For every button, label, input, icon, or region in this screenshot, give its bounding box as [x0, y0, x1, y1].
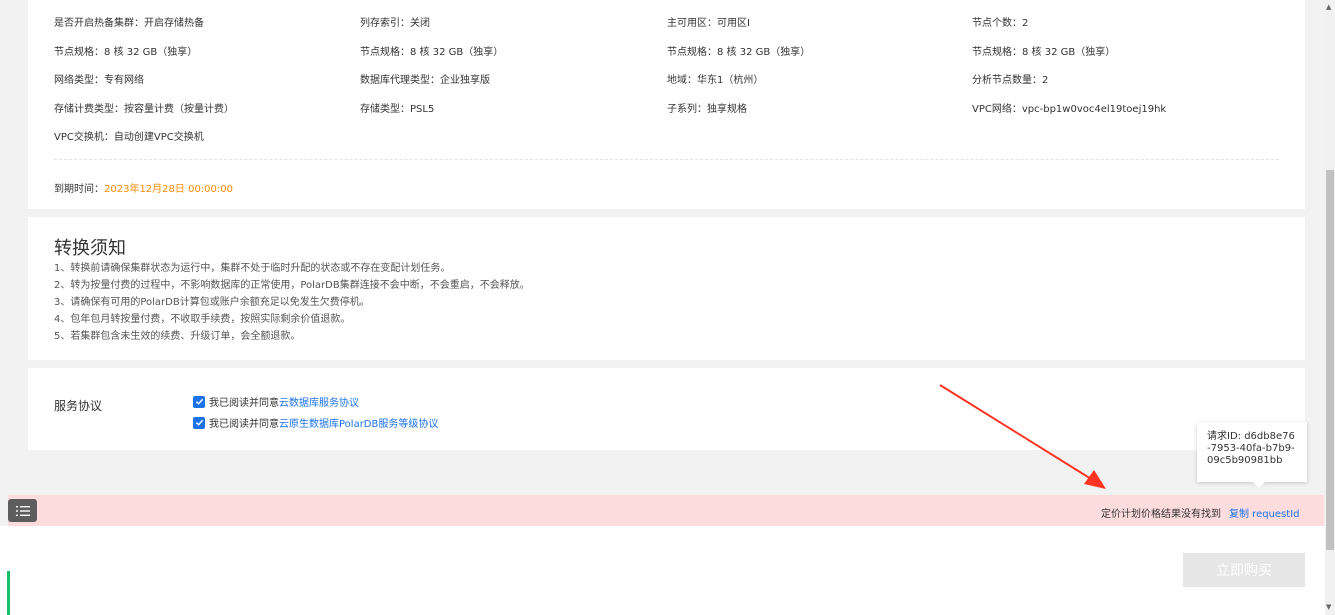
bottom-bar: 立即购买: [0, 526, 1325, 615]
scroll-down-icon[interactable]: ▼: [1326, 603, 1331, 611]
scroll-up-icon[interactable]: ▲: [1326, 3, 1331, 11]
buy-now-button[interactable]: 立即购买: [1183, 553, 1305, 587]
expire-time: 到期时间：2023年12月28日 00:00:00: [54, 180, 233, 195]
spec-proxy-type: 数据库代理类型：企业独享版: [360, 75, 490, 86]
agreement-label: 服务协议: [54, 399, 103, 413]
notice-title: 转换须知: [54, 238, 126, 259]
spec-card: 是否开启热备集群：开启存储热备 列存索引：关闭 主可用区：可用区I 节点个数：2…: [28, 0, 1305, 209]
spec-node-size: 节点规格：8 核 32 GB（独享）: [360, 47, 504, 58]
divider: [54, 159, 1279, 160]
agreement-link[interactable]: 云数据库服务协议: [279, 394, 359, 409]
agreement-prefix: 我已阅读并同意: [209, 419, 279, 430]
notice-card: 转换须知 1、转换前请确保集群状态为运行中，集群不处于临时升配的状态或不存在变配…: [28, 217, 1305, 360]
spec-region: 地域：华东1（杭州）: [667, 75, 764, 86]
spec-hot-standby: 是否开启热备集群：开启存储热备: [54, 18, 204, 29]
spec-node-size: 节点规格：8 核 32 GB（独享）: [667, 47, 811, 58]
scrollbar[interactable]: ▲ ▼: [1325, 0, 1335, 615]
error-message: 定价计划价格结果没有找到: [1101, 509, 1221, 520]
menu-button[interactable]: [8, 499, 37, 522]
spec-vswitch: VPC交换机：自动创建VPC交换机: [54, 132, 204, 143]
spec-vpc: VPC网络：vpc-bp1w0voc4el19toej19hk: [972, 104, 1167, 115]
notice-line: 1、转换前请确保集群状态为运行中，集群不处于临时升配的状态或不存在变配计划任务。: [54, 263, 451, 274]
notice-line: 3、请确保有可用的PolarDB计算包或账户余额充足以免发生欠费停机。: [54, 297, 370, 308]
agreement-item: 我已阅读并同意 云原生数据库PolarDB服务等级协议: [193, 415, 438, 430]
notice-line: 4、包年包月转按量付费，不收取手续费，按照实际剩余价值退款。: [54, 314, 351, 325]
scrollbar-thumb[interactable]: [1326, 170, 1334, 550]
spec-column-index: 列存索引：关闭: [360, 18, 430, 29]
spec-sub-series: 子系列：独享规格: [667, 104, 747, 115]
notice-line: 5、若集群包含未生效的续费、升级订单，会全额退款。: [54, 331, 301, 342]
spec-network-type: 网络类型：专有网络: [54, 75, 144, 86]
agreement-prefix: 我已阅读并同意: [209, 398, 279, 409]
spec-analysis-nodes: 分析节点数量：2: [972, 75, 1049, 86]
spec-primary-zone: 主可用区：可用区I: [667, 18, 750, 29]
expire-value: 2023年12月28日 00:00:00: [104, 184, 233, 195]
spec-storage-type: 存储类型：PSL5: [360, 104, 435, 115]
notice-line: 2、转为按量付费的过程中，不影响数据库的正常使用，PolarDB集群连接不会中断…: [54, 280, 530, 291]
agreement-item: 我已阅读并同意 云数据库服务协议: [193, 394, 359, 409]
copy-request-id-link[interactable]: 复制 requestId: [1229, 505, 1300, 520]
spec-storage-billing: 存储计费类型：按容量计费（按量计费）: [54, 104, 234, 115]
list-icon: [15, 505, 30, 516]
spec-node-size: 节点规格：8 核 32 GB（独享）: [54, 47, 198, 58]
expire-label: 到期时间：: [54, 184, 104, 195]
spec-node-count: 节点个数：2: [972, 18, 1029, 29]
agreement-checkbox[interactable]: [193, 395, 205, 408]
check-icon: [195, 398, 203, 405]
agreement-checkbox[interactable]: [193, 416, 205, 429]
spec-node-size: 节点规格：8 核 32 GB（独享）: [972, 47, 1116, 58]
request-id-tooltip: 请求ID: d6db8e76-7953-40fa-b7b9-09c5b90981…: [1197, 422, 1307, 488]
agreement-link[interactable]: 云原生数据库PolarDB服务等级协议: [279, 415, 438, 430]
status-strip: [7, 571, 10, 615]
error-bar: 定价计划价格结果没有找到 复制 requestId: [8, 495, 1324, 526]
agreement-card: 服务协议 我已阅读并同意 云数据库服务协议 我已阅读并同意 云原生数据库PolarD…: [28, 368, 1305, 450]
check-icon: [195, 419, 203, 426]
